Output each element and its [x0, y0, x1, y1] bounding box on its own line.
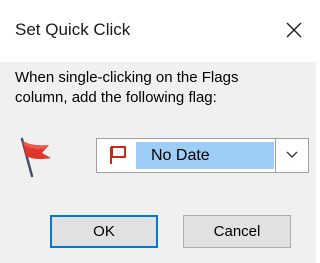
flag-icon — [110, 146, 126, 164]
close-icon — [286, 22, 302, 38]
instruction-text: When single-clicking on the Flags column… — [15, 68, 310, 108]
flag-icon — [20, 137, 51, 178]
dropdown-arrow-button[interactable] — [275, 139, 308, 172]
ok-button[interactable]: OK — [50, 215, 158, 248]
cancel-button[interactable]: Cancel — [183, 215, 291, 248]
set-quick-click-dialog: Set Quick Click When single-clicking on … — [0, 0, 316, 263]
flag-option-icon-box — [100, 142, 135, 169]
instruction-line-1: When single-clicking on the Flags — [15, 69, 239, 86]
title-bar: Set Quick Click — [0, 0, 316, 62]
flag-dropdown[interactable]: No Date — [96, 138, 309, 173]
flag-dropdown-selected-value: No Date — [136, 142, 274, 169]
instruction-line-2: column, add the following flag: — [15, 89, 217, 106]
dialog-title: Set Quick Click — [15, 20, 131, 39]
chevron-down-icon — [286, 151, 298, 158]
close-button[interactable] — [272, 10, 316, 50]
